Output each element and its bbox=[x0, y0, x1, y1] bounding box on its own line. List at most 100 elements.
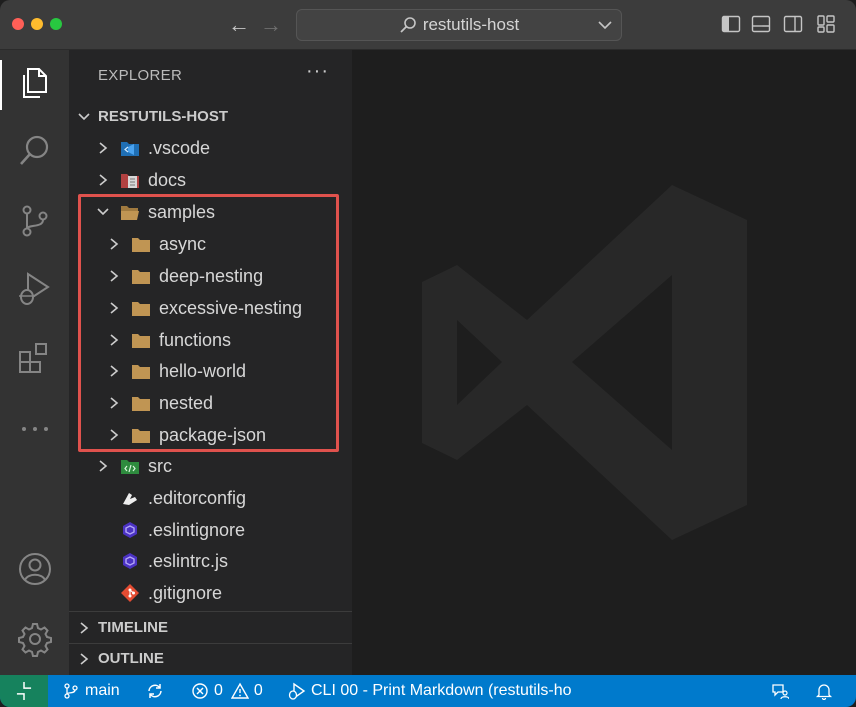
command-center-label: restutils-host bbox=[422, 15, 520, 34]
tree-item-label: .vscode bbox=[148, 137, 211, 158]
timeline-section-title[interactable]: TIMELINE bbox=[98, 619, 168, 636]
more-icon[interactable] bbox=[16, 410, 54, 448]
branch-indicator[interactable]: main bbox=[62, 675, 120, 707]
debug-icon bbox=[288, 682, 306, 700]
docs-folder-icon bbox=[121, 174, 139, 188]
run-debug-icon[interactable] bbox=[16, 270, 54, 308]
tree-item-deep-nesting[interactable]: deep-nesting bbox=[69, 260, 352, 292]
chevron-right-icon bbox=[110, 302, 119, 314]
tree-item-label: src bbox=[148, 455, 172, 476]
search-icon[interactable] bbox=[16, 132, 54, 170]
account-icon[interactable] bbox=[16, 550, 54, 588]
folder-icon bbox=[132, 334, 150, 348]
notifications-button[interactable] bbox=[815, 675, 838, 707]
chevron-right-icon bbox=[110, 429, 119, 441]
eslint-icon bbox=[123, 522, 137, 538]
zoom-window-button[interactable] bbox=[50, 18, 62, 30]
tree-item-samples[interactable]: samples bbox=[69, 196, 352, 228]
folder-icon bbox=[132, 302, 150, 316]
tree-item-label: nested bbox=[159, 392, 214, 413]
sync-icon bbox=[148, 684, 162, 698]
gear-icon[interactable] bbox=[16, 620, 54, 658]
tree-item-label: docs bbox=[148, 169, 187, 190]
chevron-right-icon bbox=[110, 270, 119, 282]
eslint-icon bbox=[123, 553, 137, 569]
minimize-window-button[interactable] bbox=[31, 18, 43, 30]
back-arrow-icon[interactable]: ← bbox=[227, 12, 251, 38]
search-icon bbox=[400, 17, 416, 33]
chevron-right-icon[interactable] bbox=[77, 621, 91, 635]
chevron-right-icon bbox=[110, 365, 119, 377]
bell-icon bbox=[815, 684, 833, 700]
folder-icon bbox=[132, 397, 150, 411]
tree-item-label: excessive-nesting bbox=[159, 297, 303, 318]
section-divider bbox=[69, 611, 352, 612]
tree-item-label: samples bbox=[148, 201, 216, 222]
problems-indicator[interactable]: 0 0 bbox=[191, 675, 263, 707]
customize-layout-icon[interactable] bbox=[816, 14, 836, 34]
source-control-icon[interactable] bbox=[16, 202, 54, 240]
toggle-secondary-sidebar-icon[interactable] bbox=[783, 14, 803, 34]
remote-indicator[interactable] bbox=[0, 675, 48, 707]
tree-item-eslintrc[interactable]: .eslintrc.js bbox=[69, 545, 352, 577]
folder-icon bbox=[132, 238, 150, 252]
toggle-primary-sidebar-icon[interactable] bbox=[721, 14, 741, 34]
feedback-button[interactable] bbox=[771, 675, 794, 707]
task-label: CLI 00 - Print Markdown (restutils-ho bbox=[311, 682, 572, 699]
tree-item-functions[interactable]: functions bbox=[69, 324, 352, 356]
folder-icon bbox=[132, 270, 150, 284]
folder-icon bbox=[132, 429, 150, 443]
warning-count: 0 bbox=[253, 682, 263, 699]
tree-item-async[interactable]: async bbox=[69, 228, 352, 260]
toggle-panel-icon[interactable] bbox=[751, 14, 771, 34]
tree-item-label: .editorconfig bbox=[148, 487, 247, 508]
outline-section-title[interactable]: OUTLINE bbox=[98, 650, 164, 667]
chevron-right-icon[interactable] bbox=[77, 652, 91, 666]
chevron-right-icon bbox=[99, 174, 108, 186]
git-icon bbox=[121, 584, 139, 602]
tree-item-label: package-json bbox=[159, 424, 267, 445]
explorer-sidebar: EXPLORER ··· RESTUTILS-HOST .vscode docs… bbox=[69, 50, 352, 675]
source-control-icon bbox=[64, 683, 78, 699]
tree-item-hello-world[interactable]: hello-world bbox=[69, 355, 352, 387]
feedback-icon bbox=[772, 684, 789, 700]
explorer-more-actions-icon[interactable]: ··· bbox=[306, 60, 329, 83]
src-folder-icon bbox=[121, 460, 139, 474]
tree-item-excessive-nesting[interactable]: excessive-nesting bbox=[69, 292, 352, 324]
tree-item-editorconfig[interactable]: .editorconfig bbox=[69, 482, 352, 514]
error-icon bbox=[192, 683, 208, 699]
command-center-search[interactable]: restutils-host bbox=[296, 9, 622, 41]
section-divider bbox=[69, 643, 352, 644]
tree-item-vscode[interactable]: .vscode bbox=[69, 132, 352, 164]
running-task[interactable]: CLI 00 - Print Markdown (restutils-ho bbox=[288, 675, 618, 707]
vscode-logo-watermark bbox=[422, 185, 747, 540]
tree-item-src[interactable]: src bbox=[69, 450, 352, 482]
chevron-down-icon[interactable] bbox=[77, 110, 91, 124]
vscode-window: ← → restutils-host EXPLORER ··· RESTUTIL… bbox=[0, 0, 856, 707]
warning-icon bbox=[230, 682, 249, 699]
vscode-folder-icon bbox=[121, 142, 139, 156]
forward-arrow-icon[interactable]: → bbox=[259, 12, 283, 38]
sync-button[interactable] bbox=[146, 675, 169, 707]
tree-item-label: deep-nesting bbox=[159, 265, 264, 286]
close-window-button[interactable] bbox=[12, 18, 24, 30]
status-bar: main 0 0 CLI 00 - Print Markdown (restut… bbox=[0, 675, 856, 707]
title-bar: ← → restutils-host bbox=[0, 0, 856, 50]
folder-open-icon bbox=[121, 206, 139, 220]
files-icon[interactable] bbox=[16, 64, 54, 102]
extensions-icon[interactable] bbox=[16, 340, 54, 378]
tree-item-docs[interactable]: docs bbox=[69, 164, 352, 196]
tree-item-package-json[interactable]: package-json bbox=[69, 419, 352, 451]
tree-item-gitignore[interactable]: .gitignore bbox=[69, 577, 352, 609]
error-count: 0 bbox=[214, 682, 223, 699]
tree-item-eslintignore[interactable]: .eslintignore bbox=[69, 514, 352, 546]
remote-icon bbox=[16, 682, 32, 700]
chevron-down-icon[interactable] bbox=[597, 17, 613, 33]
editor-area bbox=[352, 50, 856, 675]
workspace-root-label[interactable]: RESTUTILS-HOST bbox=[98, 108, 228, 125]
chevron-right-icon bbox=[110, 334, 119, 346]
tree-item-nested[interactable]: nested bbox=[69, 387, 352, 419]
tree-item-label: hello-world bbox=[159, 360, 247, 381]
chevron-right-icon bbox=[99, 142, 108, 154]
tree-item-label: functions bbox=[159, 329, 232, 350]
